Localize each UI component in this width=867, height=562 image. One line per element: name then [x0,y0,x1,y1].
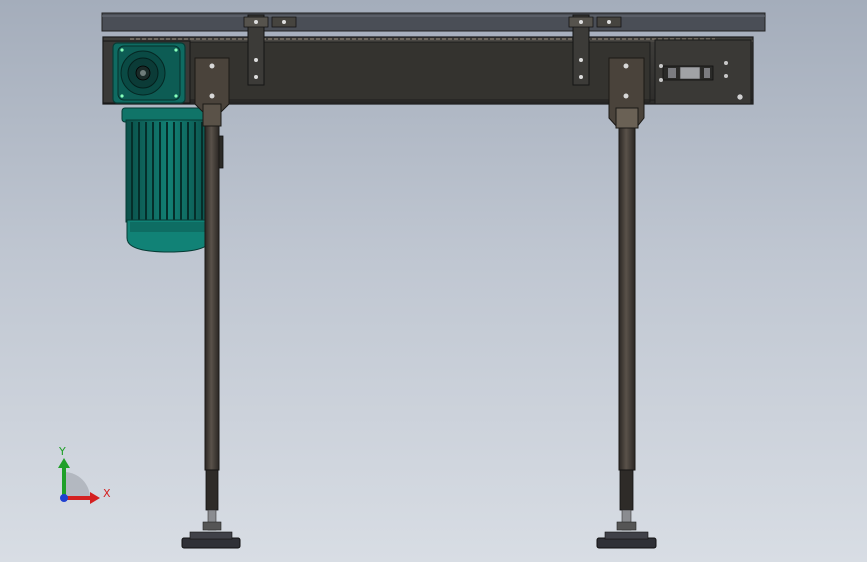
gearbox[interactable] [102,40,191,104]
tail-end-plate[interactable] [654,39,752,105]
x-axis-label: X [103,487,111,500]
y-axis-arrowhead [58,458,70,468]
z-axis-dot [60,494,68,502]
top-guard-rail[interactable] [101,12,766,32]
x-axis-arrowhead [90,492,100,504]
triad-plane-shading [64,472,90,498]
graphics-viewport[interactable]: Y X [0,0,867,562]
support-leg-right[interactable] [596,57,657,549]
reference-triad[interactable]: Y X [58,445,111,504]
y-axis-label: Y [58,445,66,458]
